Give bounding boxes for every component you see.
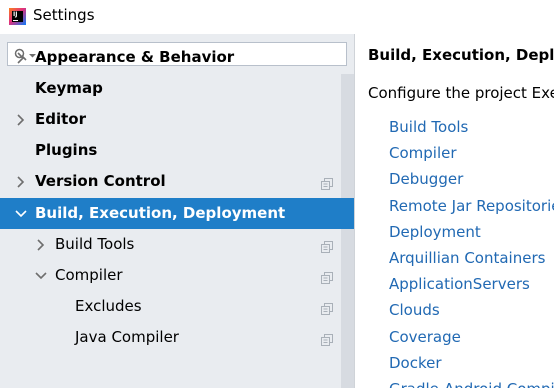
settings-link[interactable]: Remote Jar Repositories <box>389 197 554 215</box>
tree-item-label: Build, Execution, Deployment <box>35 204 286 222</box>
page-title: Build, Execution, Deployment <box>368 46 554 64</box>
settings-link[interactable]: Compiler <box>389 144 457 162</box>
project-settings-icon <box>321 175 333 190</box>
tree-item[interactable]: Appearance & Behavior <box>0 42 341 73</box>
chevron-right-icon[interactable] <box>14 174 28 188</box>
tree-item-label: Editor <box>35 110 86 128</box>
tree-item-label: Plugins <box>35 141 98 159</box>
intellij-logo-icon: IJ <box>9 8 26 25</box>
chevron-down-icon[interactable] <box>14 206 28 220</box>
project-settings-icon <box>321 300 333 315</box>
tree-item-label: Java Compiler <box>75 328 179 346</box>
chevron-right-icon[interactable] <box>34 237 48 251</box>
settings-link[interactable]: Coverage <box>389 328 461 346</box>
tree-item-label: Version Control <box>35 172 166 190</box>
project-settings-icon <box>321 238 333 253</box>
settings-content-panel: Build, Execution, Deployment Configure t… <box>355 34 554 388</box>
settings-link[interactable]: Deployment <box>389 223 481 241</box>
page-description: Configure the project Execution <box>368 84 554 102</box>
tree-item[interactable]: Compiler <box>0 260 341 291</box>
tree-item[interactable]: Build, Execution, Deployment <box>0 198 354 229</box>
settings-nav-panel: Appearance & Behavior Keymap Editor Plugins… <box>0 34 354 388</box>
settings-link[interactable]: Docker <box>389 354 442 372</box>
tree-item-label: Excludes <box>75 297 142 315</box>
tree-item-label: Build Tools <box>55 235 135 253</box>
settings-link[interactable]: Build Tools <box>389 118 468 136</box>
tree-item[interactable]: Editor <box>0 104 341 135</box>
tree-item-label: Keymap <box>35 79 103 97</box>
tree-item[interactable]: Version Control <box>0 166 341 197</box>
window-title: Settings <box>33 6 95 24</box>
tree-item[interactable]: Java Compiler <box>0 322 341 353</box>
settings-link[interactable]: ApplicationServers <box>389 275 530 293</box>
settings-link[interactable]: Arquillian Containers <box>389 249 545 267</box>
tree-item[interactable]: Keymap <box>0 73 341 104</box>
chevron-right-icon[interactable] <box>14 112 28 126</box>
settings-link[interactable]: Clouds <box>389 301 440 319</box>
project-settings-icon <box>321 331 333 346</box>
chevron-down-icon[interactable] <box>34 268 48 282</box>
project-settings-icon <box>321 269 333 284</box>
tree-item[interactable]: Build Tools <box>0 229 341 260</box>
settings-link[interactable]: Debugger <box>389 170 463 188</box>
tree-item[interactable]: Excludes <box>0 291 341 322</box>
settings-link[interactable]: Gradle-Android Compiler <box>389 380 554 388</box>
tree-item[interactable]: Plugins <box>0 135 341 166</box>
nav-scrollbar[interactable] <box>341 74 354 388</box>
chevron-right-icon[interactable] <box>14 50 28 64</box>
title-bar: IJ Settings <box>0 0 554 34</box>
tree-item-label: Appearance & Behavior <box>35 48 235 66</box>
tree-item-label: Compiler <box>55 266 123 284</box>
